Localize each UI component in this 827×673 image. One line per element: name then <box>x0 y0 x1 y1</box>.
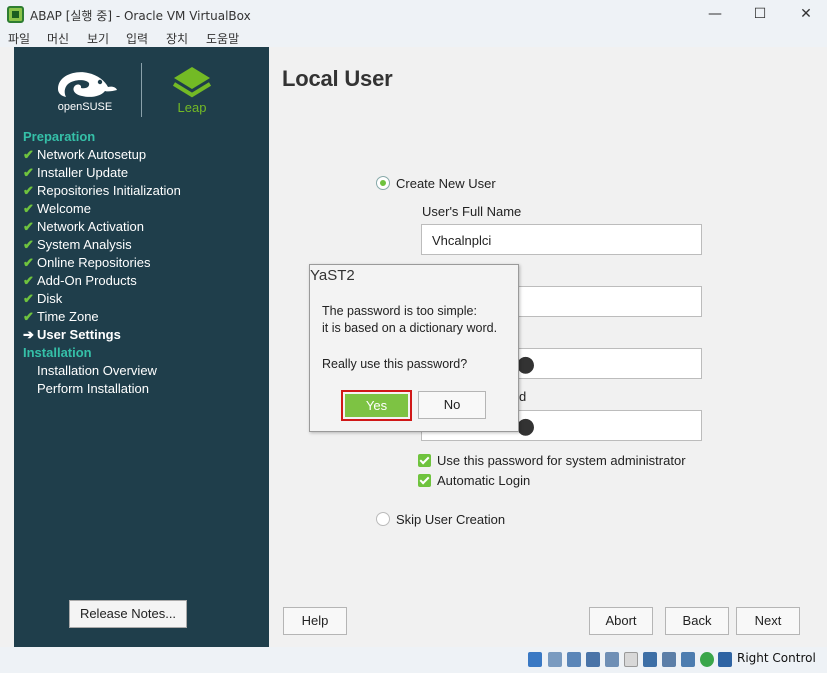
installer-sidebar: openSUSE Leap Preparation ✔ Network Autos… <box>14 47 269 647</box>
cpu-icon[interactable] <box>681 652 695 667</box>
confirm-password-label: d <box>519 389 527 404</box>
step-welcome: ✔ Welcome <box>23 201 91 216</box>
host-key-label: Right Control <box>737 651 816 665</box>
check-icon: ✔ <box>23 183 34 198</box>
menu-help[interactable]: 도움말 <box>206 30 239 47</box>
guest-additions-icon[interactable] <box>700 652 714 667</box>
check-icon: ✔ <box>23 273 34 288</box>
skip-user-creation-label[interactable]: Skip User Creation <box>396 512 505 527</box>
dialog-question: Really use this password? <box>322 357 468 371</box>
back-button[interactable]: Back <box>665 607 729 635</box>
menu-devices[interactable]: 장치 <box>166 30 188 47</box>
check-icon: ✔ <box>23 309 34 324</box>
window-title: ABAP [실행 중] - Oracle VM VirtualBox <box>30 9 251 23</box>
step-network-autosetup: ✔ Network Autosetup <box>23 147 147 162</box>
yes-button[interactable]: Yes <box>341 390 412 421</box>
leap-logo: Leap <box>172 67 212 115</box>
hard-disk-icon[interactable] <box>528 652 542 667</box>
optical-drive-icon[interactable] <box>548 652 562 667</box>
no-button[interactable]: No <box>418 391 486 419</box>
automatic-login-checkbox[interactable] <box>418 474 431 487</box>
next-button[interactable]: Next <box>736 607 800 635</box>
abort-button[interactable]: Abort <box>589 607 653 635</box>
step-installation-overview: Installation Overview <box>37 363 157 378</box>
vm-status-bar: Right Control <box>0 647 827 673</box>
network-icon[interactable] <box>586 652 600 667</box>
full-name-label: User's Full Name <box>422 204 522 219</box>
step-installer-update: ✔ Installer Update <box>23 165 129 180</box>
opensuse-logo-text: openSUSE <box>58 101 112 113</box>
step-network-activation: ✔ Network Activation <box>23 219 144 234</box>
step-online-repositories: ✔ Online Repositories <box>23 255 151 270</box>
use-password-for-admin-checkbox[interactable] <box>418 454 431 467</box>
leap-logo-text: Leap <box>178 100 207 115</box>
dialog-message-line1: The password is too simple: <box>322 304 477 318</box>
create-new-user-radio[interactable] <box>376 176 390 190</box>
step-time-zone: ✔ Time Zone <box>23 309 99 324</box>
section-installation: Installation <box>23 345 92 360</box>
check-icon: ✔ <box>23 165 34 180</box>
check-icon: ✔ <box>23 291 34 306</box>
check-icon: ✔ <box>23 237 34 252</box>
menu-view[interactable]: 보기 <box>87 30 109 47</box>
menu-bar: 파일 머신 보기 입력 장치 도움말 <box>0 29 827 47</box>
check-icon: ✔ <box>23 201 34 216</box>
close-button[interactable]: ✕ <box>791 4 821 24</box>
create-new-user-label[interactable]: Create New User <box>396 176 496 191</box>
use-password-for-admin-label[interactable]: Use this password for system administrat… <box>437 453 686 468</box>
step-add-on-products: ✔ Add-On Products <box>23 273 137 288</box>
virtualbox-app-icon <box>7 6 24 23</box>
menu-file[interactable]: 파일 <box>8 30 30 47</box>
step-repositories-initialization: ✔ Repositories Initialization <box>23 183 181 198</box>
maximize-button[interactable]: ☐ <box>745 4 775 24</box>
step-disk: ✔ Disk <box>23 291 63 306</box>
logo-divider <box>141 63 142 117</box>
step-system-analysis: ✔ System Analysis <box>23 237 132 252</box>
release-notes-button[interactable]: Release Notes... <box>69 600 187 628</box>
arrow-right-icon: ➔ <box>23 327 34 342</box>
opensuse-logo: openSUSE <box>58 72 117 113</box>
shared-folders-icon[interactable] <box>624 652 638 667</box>
keyboard-capture-icon[interactable] <box>718 652 732 667</box>
step-user-settings: ➔ User Settings <box>23 327 121 342</box>
audio-icon[interactable] <box>567 652 581 667</box>
display-icon[interactable] <box>643 652 657 667</box>
window-titlebar: ABAP [실행 중] - Oracle VM VirtualBox — ☐ ✕ <box>0 0 827 29</box>
section-preparation: Preparation <box>23 129 96 144</box>
password-warning-dialog: YaST2 The password is too simple: it is … <box>309 264 519 432</box>
full-name-input[interactable]: Vhcalnplci <box>421 224 702 255</box>
check-icon: ✔ <box>23 147 34 162</box>
step-perform-installation: Perform Installation <box>37 381 149 396</box>
page-title: Local User <box>282 66 393 91</box>
menu-machine[interactable]: 머신 <box>47 30 69 47</box>
check-icon: ✔ <box>23 219 34 234</box>
check-icon: ✔ <box>23 255 34 270</box>
menu-input[interactable]: 입력 <box>126 30 148 47</box>
usb-icon[interactable] <box>605 652 619 667</box>
help-button[interactable]: Help <box>283 607 347 635</box>
yes-button-label[interactable]: Yes <box>345 394 408 417</box>
skip-user-creation-radio[interactable] <box>376 512 390 526</box>
automatic-login-label[interactable]: Automatic Login <box>437 473 530 488</box>
dialog-title: YaST2 <box>310 267 355 284</box>
vm-display[interactable]: openSUSE Leap Preparation ✔ Network Autos… <box>0 47 827 647</box>
minimize-button[interactable]: — <box>700 4 730 24</box>
recording-icon[interactable] <box>662 652 676 667</box>
dialog-message-line2: it is based on a dictionary word. <box>322 321 498 335</box>
